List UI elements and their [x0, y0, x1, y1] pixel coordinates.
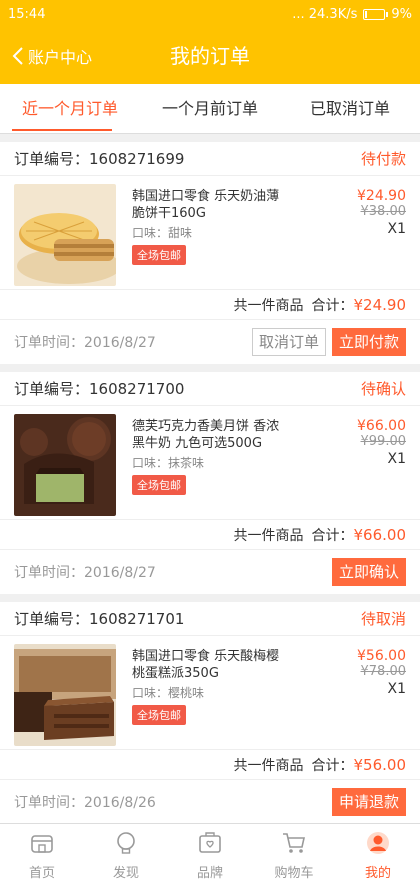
quantity: X1: [387, 221, 407, 237]
pay-now-button[interactable]: 立即付款: [331, 328, 406, 356]
nav-home[interactable]: 首页: [0, 824, 84, 881]
profile-icon: [367, 832, 389, 854]
order-item[interactable]: 德芙巧克力香美月饼 香浓黑牛奶 九色可选500G 口味：抹茶味 全场包邮 ¥66…: [0, 406, 420, 520]
nav-brand[interactable]: 品牌: [168, 824, 252, 881]
order-number: 订单编号：1608271700: [14, 380, 185, 398]
chevron-left-icon: [12, 47, 23, 65]
item-count: 共一件商品: [233, 527, 304, 544]
product-thumbnail: [14, 184, 116, 286]
product-flavor: 口味：樱桃味: [132, 686, 205, 700]
order-status: 待取消: [360, 610, 406, 628]
quantity: X1: [387, 451, 407, 467]
nav-label: 首页: [28, 866, 55, 881]
nav-label: 发现: [112, 866, 139, 881]
header: 账户中心 我的订单: [0, 28, 420, 84]
order-item[interactable]: 韩国进口零食 乐天酸梅樱桃蛋糕派350G 口味：樱桃味 全场包邮 ¥56.00 …: [0, 636, 420, 750]
nav-label: 购物车: [274, 866, 314, 881]
item-count: 共一件商品: [233, 297, 304, 314]
original-price: ¥99.00: [360, 434, 407, 449]
network-speed: ... 24.3K/s: [292, 6, 358, 22]
confirm-now-button[interactable]: 立即确认: [331, 558, 406, 586]
total-label: 合计：: [311, 757, 354, 774]
item-count: 共一件商品: [233, 757, 304, 774]
cart-icon: [283, 833, 305, 853]
nav-discover[interactable]: 发现: [84, 824, 168, 881]
original-price: ¥78.00: [360, 664, 407, 679]
order-summary: 共一件商品 合计：¥66.00: [0, 520, 420, 550]
order-status: 待付款: [360, 150, 406, 168]
product-name: 韩国进口零食 乐天酸梅樱桃蛋糕派350G: [132, 649, 280, 681]
order-number: 订单编号：1608271699: [14, 150, 185, 168]
free-shipping-badge: 全场包邮: [132, 705, 186, 725]
product-name: 德芙巧克力香美月饼 香浓黑牛奶 九色可选500G: [132, 419, 280, 451]
brand-icon: [199, 832, 221, 853]
product-flavor: 口味：抹茶味: [132, 456, 205, 470]
product-thumbnail: [14, 644, 116, 746]
home-icon: [31, 835, 53, 853]
order-card: 订单编号：1608271701 待取消 韩国进口零食 乐天酸梅樱桃蛋糕派350G: [0, 602, 420, 824]
order-time: 订单时间：2016/8/26: [14, 795, 156, 811]
order-card: 订单编号：1608271699 待付款 韩国进口零食 乐天奶油薄脆饼干160G …: [0, 142, 420, 364]
nav-mine[interactable]: 我的: [336, 824, 420, 881]
original-price: ¥38.00: [360, 204, 407, 219]
status-bar: 15:44 ... 24.3K/s 9%: [0, 0, 420, 28]
back-button[interactable]: 账户中心: [12, 28, 92, 84]
free-shipping-badge: 全场包邮: [132, 245, 186, 265]
current-price: ¥66.00: [357, 418, 406, 434]
order-tabs: 近一个月订单 一个月前订单 已取消订单: [0, 84, 420, 134]
order-summary: 共一件商品 合计：¥56.00: [0, 750, 420, 780]
order-time: 订单时间：2016/8/27: [14, 565, 156, 581]
status-time: 15:44: [8, 6, 46, 22]
order-summary: 共一件商品 合计：¥24.90: [0, 290, 420, 320]
back-label: 账户中心: [28, 48, 93, 67]
current-price: ¥56.00: [357, 648, 406, 664]
product-thumbnail: [14, 414, 116, 516]
order-card: 订单编号：1608271700 待确认 德芙巧克力香美月饼 香浓黑牛奶 九色可选…: [0, 372, 420, 594]
battery-icon: [363, 8, 389, 20]
order-total: ¥24.90: [353, 295, 407, 314]
tab-recent-month[interactable]: 近一个月订单: [0, 84, 140, 133]
bottom-nav: 首页 发现 品牌 购物车 我的: [0, 823, 420, 881]
total-label: 合计：: [311, 297, 354, 314]
quantity: X1: [387, 681, 407, 697]
order-item[interactable]: 韩国进口零食 乐天奶油薄脆饼干160G 口味：甜味 全场包邮 ¥24.90 ¥3…: [0, 176, 420, 290]
battery-percent: 9%: [391, 6, 412, 22]
current-price: ¥24.90: [357, 188, 406, 204]
order-total: ¥66.00: [353, 525, 407, 544]
product-name: 韩国进口零食 乐天奶油薄脆饼干160G: [132, 189, 280, 221]
bulb-icon: [117, 832, 135, 854]
order-status: 待确认: [360, 380, 406, 398]
tab-older-month[interactable]: 一个月前订单: [140, 84, 280, 133]
product-flavor: 口味：甜味: [132, 226, 193, 240]
nav-label: 我的: [364, 866, 391, 881]
total-label: 合计：: [311, 527, 354, 544]
tab-cancelled[interactable]: 已取消订单: [280, 84, 420, 133]
order-list: 订单编号：1608271699 待付款 韩国进口零食 乐天奶油薄脆饼干160G …: [0, 134, 420, 824]
order-number: 订单编号：1608271701: [14, 610, 185, 628]
order-total: ¥56.00: [353, 755, 407, 774]
order-time: 订单时间：2016/8/27: [14, 335, 156, 351]
free-shipping-badge: 全场包邮: [132, 475, 186, 495]
nav-cart[interactable]: 购物车: [252, 824, 336, 881]
nav-label: 品牌: [196, 866, 223, 881]
request-refund-button[interactable]: 申请退款: [331, 788, 406, 816]
cancel-order-button[interactable]: 取消订单: [251, 328, 326, 356]
